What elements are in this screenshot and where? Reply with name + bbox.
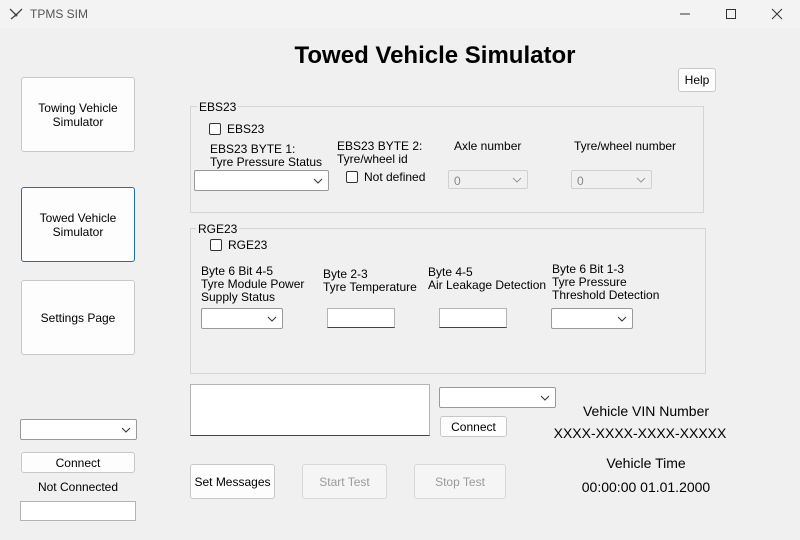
vehicle-time-value: 00:00:00 01.01.2000 <box>581 479 711 495</box>
chevron-down-icon <box>617 316 627 322</box>
port-select[interactable] <box>20 419 137 440</box>
close-icon <box>771 8 783 20</box>
towed-vehicle-button[interactable]: Towed Vehicle Simulator <box>21 187 135 262</box>
stop-test-button[interactable]: Stop Test <box>414 464 506 499</box>
chevron-down-icon <box>121 427 131 433</box>
tyre-temperature-input[interactable] <box>327 308 395 328</box>
maximize-icon <box>726 9 736 19</box>
ebs23-checkbox[interactable] <box>209 123 221 135</box>
connection-status: Not Connected <box>37 480 119 494</box>
towing-vehicle-label: Towing Vehicle Simulator <box>38 100 118 129</box>
set-messages-button[interactable]: Set Messages <box>190 464 275 499</box>
status-field[interactable] <box>20 501 136 521</box>
power-supply-status-label: Byte 6 Bit 4-5 Tyre Module Power Supply … <box>201 264 305 304</box>
chevron-down-icon <box>313 178 323 184</box>
axle-number-value: 0 <box>454 174 461 188</box>
page-title: Towed Vehicle Simulator <box>294 42 576 69</box>
pressure-threshold-label: Byte 6 Bit 1-3 Tyre Pressure Threshold D… <box>552 262 660 302</box>
power-supply-status-select[interactable] <box>201 308 283 329</box>
ebs23-byte1-label: EBS23 BYTE 1: Tyre Pressure Status <box>210 142 323 169</box>
minimize-icon <box>680 13 690 15</box>
chevron-down-icon <box>636 177 646 183</box>
device-select[interactable] <box>439 387 556 408</box>
ebs23-checkbox-label: EBS23 <box>227 122 265 136</box>
air-leakage-label: Byte 4-5 Air Leakage Detection <box>428 265 547 292</box>
settings-page-button[interactable]: Settings Page <box>21 280 135 355</box>
tyre-wheel-number-label: Tyre/wheel number <box>574 139 677 153</box>
towing-vehicle-button[interactable]: Towing Vehicle Simulator <box>21 77 135 152</box>
air-leakage-input[interactable] <box>439 308 507 328</box>
vin-label: Vehicle VIN Number <box>582 403 710 419</box>
maximize-button[interactable] <box>708 0 754 28</box>
minimize-button[interactable] <box>662 0 708 28</box>
chevron-down-icon <box>267 316 277 322</box>
sidebar-connect-button[interactable]: Connect <box>21 452 135 473</box>
vin-value: XXXX-XXXX-XXXX-XXXXX <box>553 425 727 441</box>
connect-button[interactable]: Connect <box>440 416 507 437</box>
axle-number-select[interactable]: 0 <box>448 170 528 189</box>
chevron-down-icon <box>540 395 550 401</box>
tyre-temperature-label: Byte 2-3 Tyre Temperature <box>323 267 417 294</box>
start-test-button[interactable]: Start Test <box>302 464 387 499</box>
rge23-group-title: RGE23 <box>196 222 240 236</box>
towed-vehicle-label: Towed Vehicle Simulator <box>39 210 117 239</box>
ebs23-byte2-label: EBS23 BYTE 2: Tyre/wheel id <box>337 139 423 166</box>
axle-number-label: Axle number <box>454 139 522 153</box>
rge23-checkbox[interactable] <box>210 239 222 251</box>
chevron-down-icon <box>512 177 522 183</box>
message-textbox[interactable] <box>190 384 430 436</box>
help-button[interactable]: Help <box>678 68 716 92</box>
tyre-pressure-status-select[interactable] <box>194 170 329 191</box>
tyre-wheel-number-select[interactable]: 0 <box>571 170 652 189</box>
app-logo-icon <box>9 8 23 20</box>
pressure-threshold-select[interactable] <box>551 308 633 329</box>
ebs23-group-title: EBS23 <box>197 100 239 114</box>
not-defined-label: Not defined <box>364 170 426 184</box>
not-defined-checkbox[interactable] <box>346 171 358 183</box>
tyre-wheel-number-value: 0 <box>577 174 584 188</box>
vehicle-time-label: Vehicle Time <box>606 455 686 471</box>
rge23-checkbox-label: RGE23 <box>228 238 268 252</box>
window-title: TPMS SIM <box>30 7 89 21</box>
close-button[interactable] <box>754 0 800 28</box>
